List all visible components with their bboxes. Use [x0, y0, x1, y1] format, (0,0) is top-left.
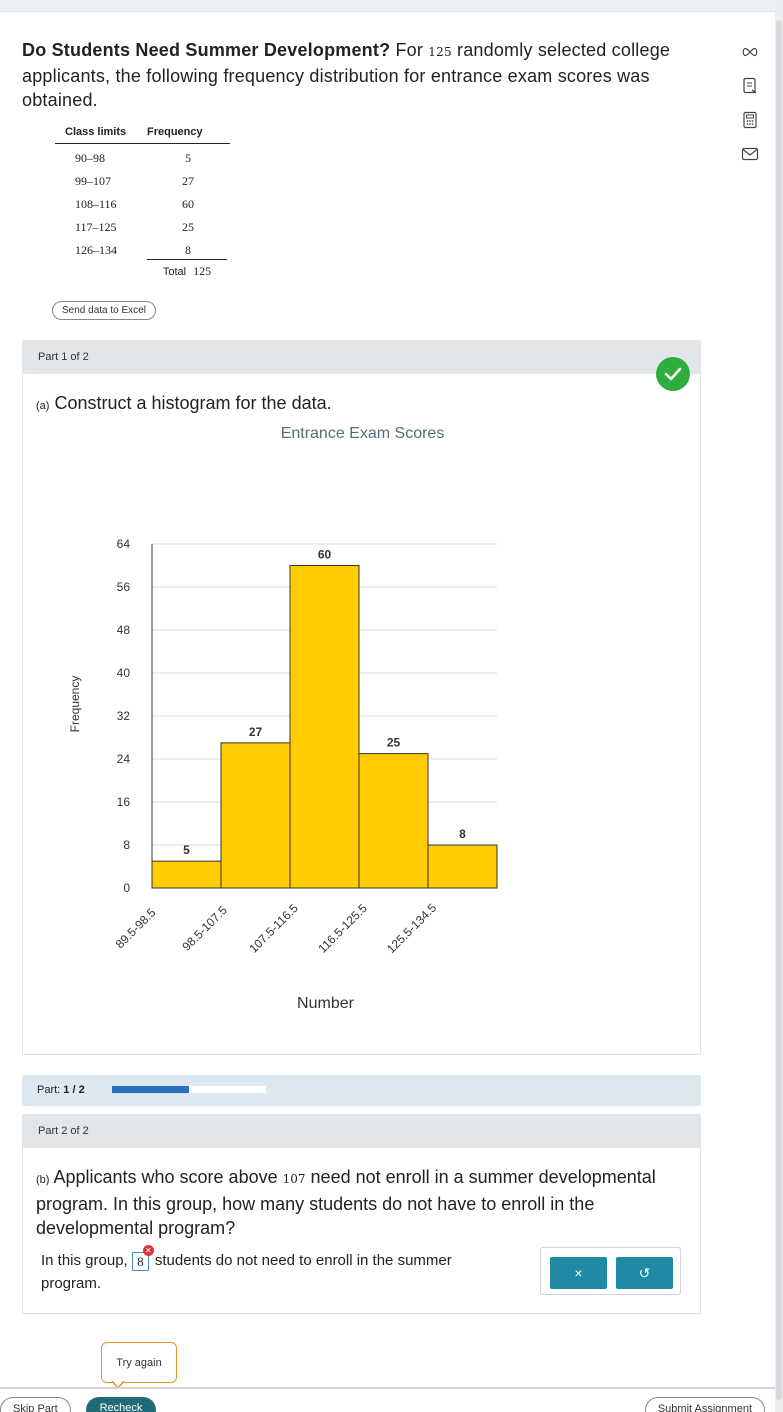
answer-value: 8	[137, 1253, 144, 1269]
part-2-threshold: 107	[282, 1172, 306, 1186]
undo-icon: ↺	[638, 1264, 651, 1281]
y-tick-label: 8	[123, 838, 130, 852]
frequency-cell: 5	[185, 151, 191, 165]
y-tick-label: 24	[117, 752, 131, 766]
mail-icon[interactable]	[738, 142, 762, 166]
histogram-bar	[427, 844, 498, 889]
frequency-cell: 60	[182, 197, 194, 211]
table-row: 117–125 25	[55, 216, 230, 239]
bottom-bar: Skip Part Recheck Submit Assignment	[0, 1387, 775, 1412]
frequency-cell: 27	[182, 174, 194, 188]
progress-indicator: Part: 1 / 2	[22, 1075, 701, 1106]
part-1-panel: Part 1 of 2 (a) Construct a histogram fo…	[22, 340, 701, 1055]
try-again-tooltip: Try again	[101, 1342, 177, 1383]
frequency-cell: 25	[182, 220, 194, 234]
part-2-label: (b)	[36, 1174, 50, 1186]
y-tick-label: 40	[117, 666, 131, 680]
header-class-limits: Class limits	[65, 126, 127, 138]
clear-icon: ×	[574, 1265, 583, 1281]
progress-value: 1 / 2	[63, 1084, 85, 1096]
table-row: 108–116 60	[55, 193, 230, 216]
y-tick-label: 48	[117, 623, 131, 637]
x-category-label: 125.5-134.5	[384, 901, 439, 956]
x-category-label: 116.5-125.5	[315, 901, 370, 956]
problem-title: Do Students Need Summer Development?	[22, 40, 391, 60]
submit-assignment-button[interactable]: Submit Assignment	[644, 1397, 765, 1412]
bar-data-label: 8	[459, 827, 466, 841]
histogram-chart: 0 8 16 24 32 40 48 56 64 5 89.5-98.5 27 98.5-107.5 60…	[68, 537, 498, 1012]
histogram-bar	[151, 860, 222, 889]
notes-icon[interactable]	[738, 74, 762, 98]
bar-data-label: 25	[387, 736, 401, 750]
scrollbar-thumb[interactable]	[776, 20, 782, 1400]
part-1-header: Part 1 of 2	[23, 341, 700, 374]
table-row: 99–107 27	[55, 170, 230, 193]
answer-input[interactable]: 8 ✕	[131, 1244, 154, 1271]
class-limits-cell: 117–125	[75, 220, 117, 234]
x-axis-label: Number	[297, 995, 355, 1012]
bar-data-label: 60	[318, 548, 332, 562]
error-icon: ✕	[142, 1244, 154, 1256]
table-total: Total 125	[147, 259, 227, 279]
part-1-label: (a)	[36, 400, 50, 412]
progress-track	[112, 1086, 266, 1093]
frequency-table: Class limits Frequency 90–98 5 99–107 27 108…	[55, 126, 230, 278]
infinity-icon[interactable]	[738, 40, 762, 64]
table-header: Class limits Frequency	[55, 126, 230, 144]
part-1-question-text: Construct a histogram for the data.	[54, 393, 332, 413]
class-limits-cell: 90–98	[75, 151, 105, 165]
x-category-label: 107.5-116.5	[246, 901, 301, 956]
skip-part-button[interactable]: Skip Part	[0, 1397, 71, 1412]
class-limits-cell: 126–134	[75, 243, 117, 257]
answer-prefix: In this group,	[41, 1252, 128, 1269]
histogram-bar	[289, 565, 360, 889]
bar-data-label: 5	[183, 843, 190, 857]
class-limits-cell: 108–116	[75, 197, 117, 211]
part-1-question: (a) Construct a histogram for the data.	[36, 391, 332, 418]
problem-text-a: For	[395, 40, 424, 60]
y-tick-label: 16	[117, 795, 131, 809]
recheck-button[interactable]: Recheck	[86, 1397, 156, 1412]
y-tick-label: 64	[117, 537, 131, 551]
total-value: 125	[193, 264, 212, 278]
histogram-bar	[220, 742, 291, 889]
answer-sentence: In this group, 8 ✕ students do not need to…	[41, 1244, 501, 1295]
total-label: Total	[162, 266, 187, 278]
y-tick-label: 56	[117, 580, 131, 594]
progress-fill	[112, 1086, 189, 1093]
y-axis-label: Frequency	[68, 676, 82, 733]
undo-button[interactable]: ↺	[616, 1257, 673, 1289]
part-2-header: Part 2 of 2	[23, 1115, 700, 1148]
side-toolbar	[738, 40, 764, 176]
scrollbar[interactable]	[775, 0, 783, 1412]
calculator-icon[interactable]	[738, 108, 762, 132]
frequency-cell: 8	[185, 243, 191, 257]
answer-tools: × ↺	[540, 1247, 681, 1295]
histogram-bar	[358, 753, 429, 889]
problem-statement: Do Students Need Summer Development? For…	[22, 38, 712, 112]
class-limits-cell: 99–107	[75, 174, 111, 188]
progress-label: Part:	[37, 1084, 61, 1096]
y-tick-label: 0	[123, 881, 130, 895]
problem-sample-size: 125	[428, 45, 452, 59]
part-2-question: (b) Applicants who score above 107 need …	[36, 1165, 686, 1240]
x-category-label: 89.5-98.5	[113, 905, 159, 951]
y-tick-label: 32	[117, 709, 131, 723]
header-frequency: Frequency	[147, 126, 203, 138]
table-row: 90–98 5	[55, 147, 230, 170]
part-2-question-a: Applicants who score above	[53, 1167, 278, 1187]
check-icon	[656, 357, 690, 391]
x-category-label: 98.5-107.5	[179, 903, 230, 954]
bar-data-label: 27	[249, 725, 263, 739]
send-to-excel-button[interactable]: Send data to Excel	[52, 301, 156, 320]
clear-button[interactable]: ×	[550, 1257, 607, 1289]
top-bar	[0, 0, 775, 12]
